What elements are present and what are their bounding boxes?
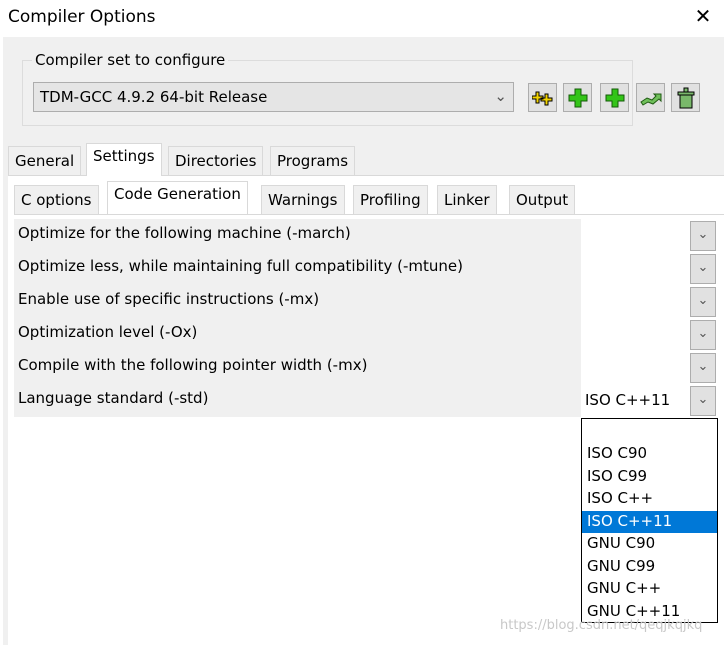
option-row: Compile with the following pointer width… <box>14 351 716 384</box>
option-row: Optimization level (-Ox) ⌄ <box>14 318 716 351</box>
subtab-output[interactable]: Output <box>509 185 576 214</box>
window-title: Compiler Options <box>8 7 156 27</box>
compiler-set-value: TDM-GCC 4.9.2 64-bit Release <box>40 88 268 106</box>
option-label: Language standard (-std) <box>14 384 581 417</box>
dropdown-option[interactable]: ISO C++11 <box>582 510 717 533</box>
double-plus-yellow-icon <box>531 91 552 105</box>
watermark: https://blog.csdn.net/qeqjkqjkq <box>500 618 703 633</box>
subtab-linker[interactable]: Linker <box>437 185 497 214</box>
tab-label: Profiling <box>360 191 421 209</box>
dropdown-option[interactable]: GNU C90 <box>582 533 717 556</box>
option-label: Optimize for the following machine (-mar… <box>14 219 581 252</box>
option-value[interactable] <box>581 285 690 318</box>
close-icon[interactable]: ✕ <box>690 4 716 28</box>
add-folder-set-button[interactable] <box>600 83 629 112</box>
language-standard-dropdown-list: ISO C90 ISO C99 ISO C++ ISO C++11 GNU C90 GNU… <box>581 418 718 623</box>
subtab-code-generation[interactable]: Code Generation <box>107 181 248 214</box>
dropdown-option[interactable]: ISO C99 <box>582 466 717 489</box>
option-value[interactable] <box>581 252 690 285</box>
add-empty-set-button[interactable] <box>563 83 592 112</box>
subtab-profiling[interactable]: Profiling <box>353 185 428 214</box>
tab-settings[interactable]: Settings <box>86 143 162 176</box>
chevron-down-icon[interactable]: ⌄ <box>690 353 716 383</box>
chevron-down-icon[interactable]: ⌄ <box>690 320 716 350</box>
delete-set-button[interactable] <box>671 83 700 112</box>
tab-label: C options <box>21 191 92 209</box>
option-row: Optimize for the following machine (-mar… <box>14 219 716 252</box>
tab-label: Code Generation <box>114 185 241 203</box>
option-label: Enable use of specific instructions (-mx… <box>14 285 581 318</box>
chevron-down-icon[interactable]: ⌄ <box>690 221 716 251</box>
dropdown-option[interactable]: ISO C++ <box>582 488 717 511</box>
chevron-down-icon[interactable]: ⌄ <box>690 254 716 284</box>
compiler-set-label: Compiler set to configure <box>32 51 229 69</box>
option-value[interactable] <box>581 219 690 252</box>
option-row: Language standard (-std) ISO C++11 ⌄ <box>14 384 716 417</box>
tab-general[interactable]: General <box>8 146 82 175</box>
chevron-down-icon[interactable]: ⌄ <box>690 287 716 317</box>
tab-label: Settings <box>93 147 155 165</box>
tab-programs[interactable]: Programs <box>270 146 356 175</box>
dropdown-option[interactable]: ISO C90 <box>582 443 717 466</box>
tab-directories[interactable]: Directories <box>168 146 264 175</box>
option-row: Enable use of specific instructions (-mx… <box>14 285 716 318</box>
tab-label: Linker <box>444 191 490 209</box>
option-label: Optimization level (-Ox) <box>14 318 581 351</box>
tab-label: Programs <box>277 152 349 170</box>
dropdown-option[interactable]: GNU C++ <box>582 578 717 601</box>
option-label: Optimize less, while maintaining full co… <box>14 252 581 285</box>
subtab-warnings[interactable]: Warnings <box>261 185 345 214</box>
title-bar: Compiler Options ✕ <box>0 0 724 37</box>
add-default-sets-button[interactable] <box>528 83 557 112</box>
tab-label: General <box>15 152 75 170</box>
option-value[interactable] <box>581 351 690 384</box>
plus-green-icon <box>605 88 624 107</box>
tab-label: Output <box>516 191 569 209</box>
chevron-down-icon[interactable]: ⌄ <box>690 386 716 416</box>
trash-icon <box>677 87 694 108</box>
rename-set-button[interactable] <box>636 83 665 112</box>
plus-green-icon <box>568 88 587 107</box>
tab-label: Directories <box>175 152 257 170</box>
dropdown-option[interactable]: GNU C99 <box>582 556 717 579</box>
arrow-green-icon <box>639 93 661 106</box>
option-row: Optimize less, while maintaining full co… <box>14 252 716 285</box>
option-value[interactable] <box>581 318 690 351</box>
compiler-set-select[interactable]: TDM-GCC 4.9.2 64-bit Release ⌄ <box>33 82 514 112</box>
chevron-down-icon: ⌄ <box>494 87 507 105</box>
option-label: Compile with the following pointer width… <box>14 351 581 384</box>
subtab-c-options[interactable]: C options <box>14 185 99 214</box>
option-value[interactable]: ISO C++11 <box>581 384 690 417</box>
tab-label: Warnings <box>268 191 338 209</box>
